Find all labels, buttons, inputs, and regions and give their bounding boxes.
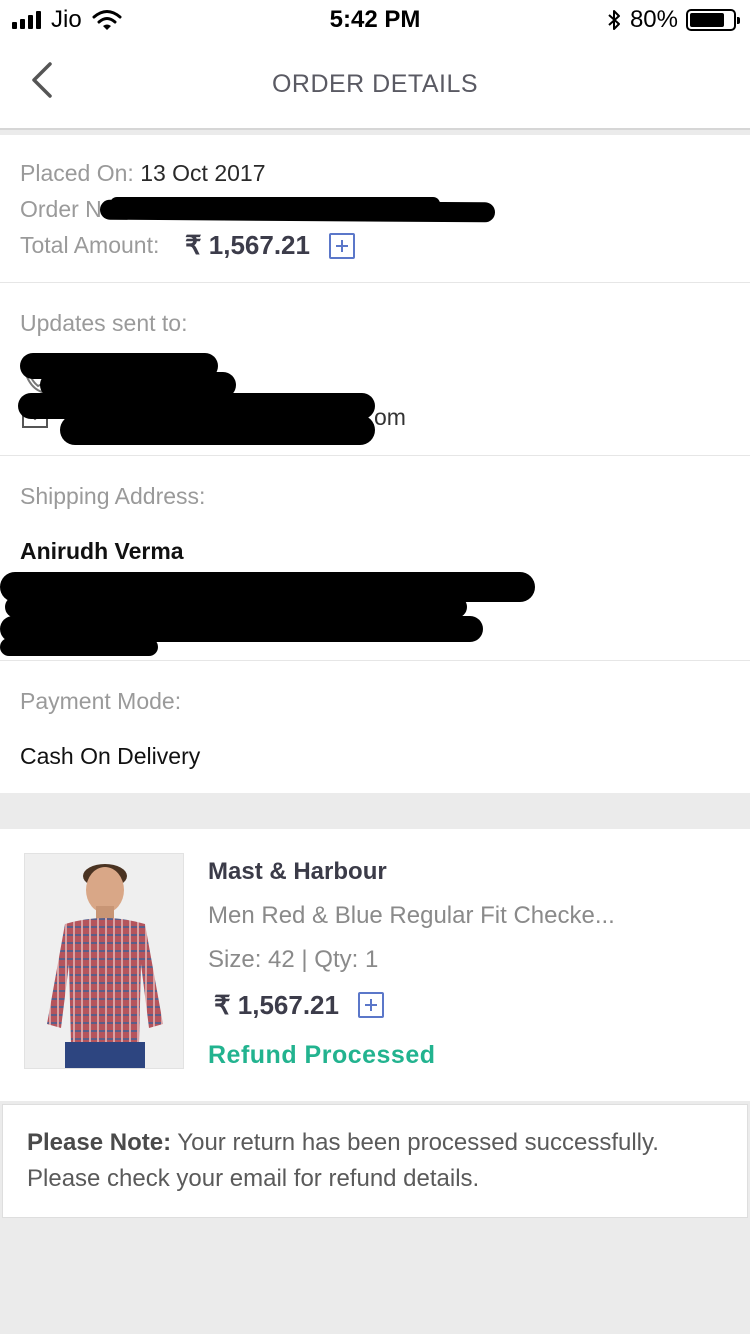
total-amount-label: Total Amount: <box>20 232 160 258</box>
updates-section: Updates sent to: om <box>0 283 750 455</box>
bluetooth-icon <box>608 10 620 30</box>
product-image[interactable] <box>24 853 184 1069</box>
recipient-name: Anirudh Verma <box>20 538 184 564</box>
product-photo-illustration <box>25 854 183 1068</box>
refund-status-badge: Refund Processed <box>208 1041 436 1069</box>
payment-mode-value: Cash On Delivery <box>20 743 201 769</box>
note-text: Please Note: Your return has been proces… <box>27 1125 727 1197</box>
status-bar-right: 80% <box>606 6 740 34</box>
placed-on-value: 13 Oct 2017 <box>140 160 266 186</box>
shipping-section: Shipping Address: Anirudh Verma <box>0 456 750 660</box>
redaction-mark <box>60 415 375 445</box>
order-number-label: Order N <box>20 196 102 222</box>
page-title: ORDER DETAILS <box>271 70 479 98</box>
product-price: ₹ 1,567.21 <box>214 990 339 1020</box>
product-brand: Mast & Harbour <box>208 858 387 885</box>
battery-icon <box>686 9 740 31</box>
battery-percentage: 80% <box>629 6 678 33</box>
price-breakdown-button[interactable] <box>358 992 384 1018</box>
email-visible-suffix: om <box>374 404 406 430</box>
product-name: Men Red & Blue Regular Fit Checke... <box>208 902 615 929</box>
note-title: Please Note: <box>27 1129 172 1156</box>
status-bar: Jio 5:42 PM 80% <box>0 0 750 40</box>
note-box: Please Note: Your return has been proces… <box>2 1104 748 1218</box>
payment-section: Payment Mode: Cash On Delivery <box>0 661 750 793</box>
navigation-bar: ORDER DETAILS <box>0 40 750 130</box>
placed-on-label: Placed On: <box>20 160 134 186</box>
battery-fill <box>690 13 724 27</box>
order-summary-section: Placed On: 13 Oct 2017 Order N Total Amo… <box>0 135 750 283</box>
total-breakdown-button[interactable] <box>329 233 355 259</box>
updates-label: Updates sent to: <box>20 310 188 336</box>
redaction-mark <box>5 596 467 618</box>
total-amount-value: ₹ 1,567.21 <box>185 230 310 260</box>
placed-on-row: Placed On: 13 Oct 2017 <box>20 160 266 187</box>
redaction-mark <box>0 638 158 656</box>
payment-mode-label: Payment Mode: <box>20 688 182 714</box>
shipping-label: Shipping Address: <box>20 483 206 509</box>
redaction-mark <box>110 197 440 211</box>
product-size-qty: Size: 42 | Qty: 1 <box>208 946 379 973</box>
